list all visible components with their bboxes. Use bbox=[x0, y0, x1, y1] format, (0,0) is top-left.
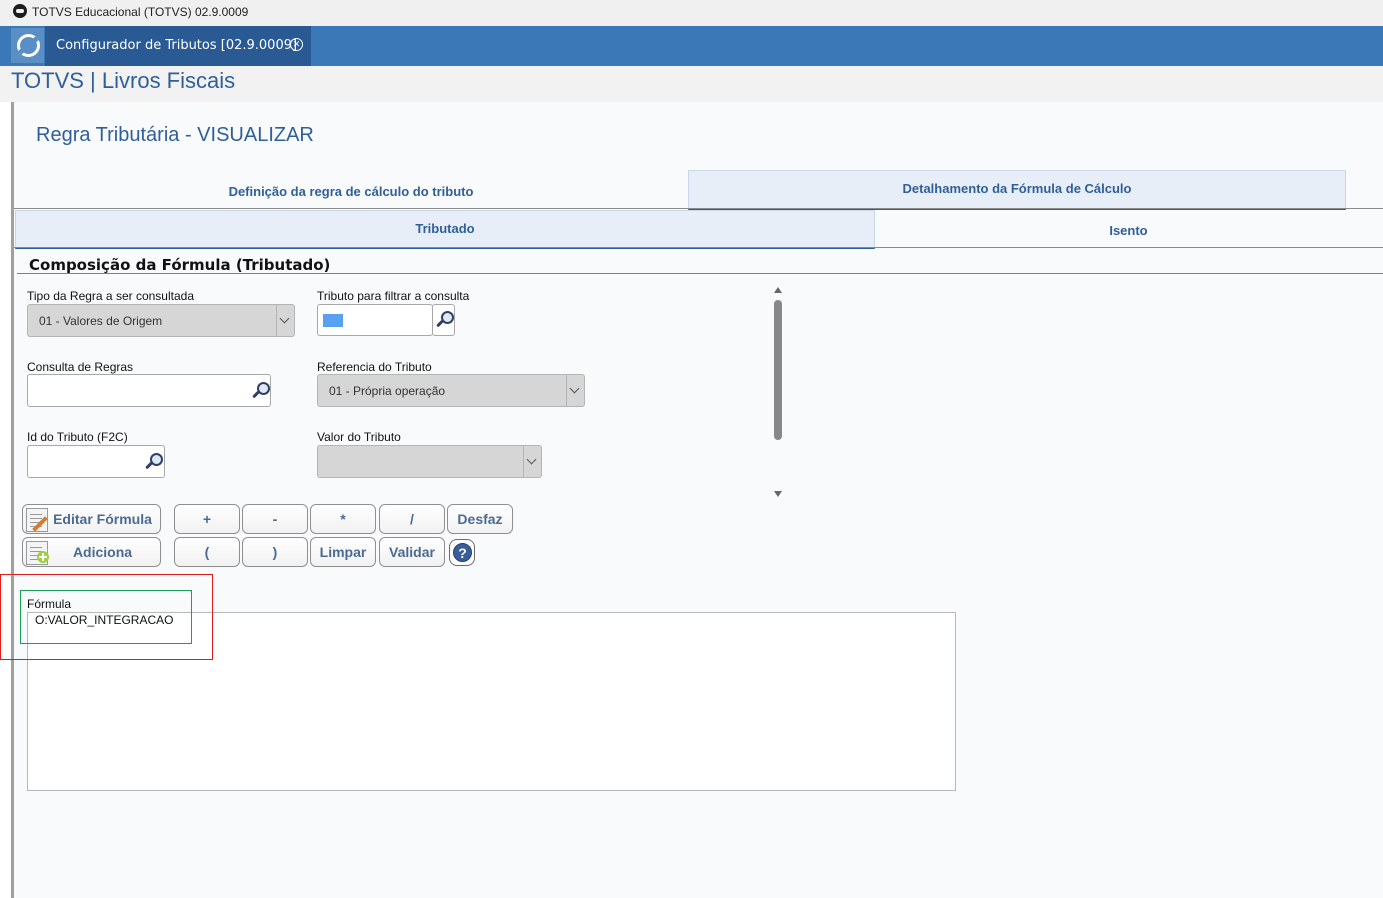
section-divider bbox=[17, 273, 1383, 274]
adiciona-label: Adiciona bbox=[72, 544, 133, 560]
tab-divider bbox=[14, 208, 1383, 209]
tipo-regra-select[interactable]: 01 - Valores de Origem bbox=[27, 304, 295, 337]
adiciona-button[interactable]: Adiciona bbox=[22, 537, 161, 567]
valor-tributo-label: Valor do Tributo bbox=[317, 430, 401, 444]
add-document-icon bbox=[26, 541, 49, 565]
id-tributo-input[interactable] bbox=[27, 445, 165, 478]
subtab-divider bbox=[14, 247, 1383, 248]
tributo-filtro-search-button[interactable] bbox=[432, 304, 455, 336]
tipo-regra-label: Tipo da Regra a ser consultada bbox=[27, 289, 194, 303]
referencia-tributo-value: 01 - Própria operação bbox=[329, 384, 446, 398]
valor-tributo-select[interactable] bbox=[317, 445, 542, 478]
close-paren-button[interactable]: ) bbox=[242, 537, 308, 567]
multiply-button[interactable]: * bbox=[310, 504, 376, 534]
consulta-regras-label: Consulta de Regras bbox=[27, 360, 134, 374]
section-title: Composição da Fórmula (Tributado) bbox=[29, 256, 331, 274]
chevron-down-icon[interactable] bbox=[523, 446, 542, 477]
window-titlebar: TOTVS Educacional (TOTVS) 02.9.0009 bbox=[0, 0, 1383, 27]
window-title: TOTVS Educacional (TOTVS) 02.9.0009 bbox=[32, 5, 249, 19]
divide-button[interactable]: / bbox=[379, 504, 445, 534]
help-button[interactable]: ? bbox=[449, 539, 475, 566]
referencia-tributo-select[interactable]: 01 - Própria operação bbox=[317, 374, 585, 407]
chevron-down-icon[interactable] bbox=[566, 375, 585, 406]
tributo-filtro-label: Tributo para filtrar a consulta bbox=[317, 289, 470, 303]
scroll-down-icon[interactable] bbox=[774, 491, 782, 497]
plus-button[interactable]: + bbox=[174, 504, 240, 534]
totvs-logo-icon bbox=[13, 4, 27, 18]
open-paren-button[interactable]: ( bbox=[174, 537, 240, 567]
limpar-button[interactable]: Limpar bbox=[310, 537, 376, 567]
annotation-highlight-green bbox=[20, 590, 192, 644]
tab-detalhamento-formula[interactable]: Detalhamento da Fórmula de Cálculo bbox=[688, 170, 1346, 210]
tab-tributado[interactable]: Tributado bbox=[15, 210, 875, 249]
editar-formula-button[interactable]: Editar Fórmula bbox=[22, 504, 161, 534]
text-selection-highlight bbox=[323, 314, 343, 327]
search-icon[interactable] bbox=[249, 380, 271, 402]
vertical-scrollbar[interactable] bbox=[774, 300, 782, 440]
tab-isento[interactable]: Isento bbox=[874, 210, 1383, 247]
tipo-regra-value: 01 - Valores de Origem bbox=[39, 314, 163, 328]
minus-button[interactable]: - bbox=[242, 504, 308, 534]
editar-formula-label: Editar Fórmula bbox=[53, 511, 152, 527]
referencia-tributo-label: Referencia do Tributo bbox=[317, 360, 432, 374]
search-icon bbox=[433, 309, 455, 331]
desfaz-button[interactable]: Desfaz bbox=[447, 504, 513, 534]
tributo-filtro-input[interactable] bbox=[317, 304, 433, 336]
edit-document-icon bbox=[26, 508, 48, 532]
home-icon[interactable] bbox=[11, 28, 44, 63]
app-header-title: TOTVS | Livros Fiscais bbox=[11, 68, 236, 93]
help-icon: ? bbox=[453, 543, 472, 562]
tab-definicao-regra[interactable]: Definição da regra de cálculo do tributo bbox=[14, 170, 688, 208]
validar-button[interactable]: Validar bbox=[379, 537, 445, 567]
chevron-down-icon[interactable] bbox=[276, 305, 295, 336]
page-title: Regra Tributária - VISUALIZAR bbox=[36, 124, 314, 146]
close-tab-icon[interactable]: ✕ bbox=[290, 38, 303, 51]
consulta-regras-input[interactable] bbox=[27, 374, 271, 407]
scroll-up-icon[interactable] bbox=[774, 287, 782, 293]
search-icon[interactable] bbox=[142, 451, 164, 473]
tab-label: Configurador de Tributos [02.9.0009] bbox=[56, 38, 298, 53]
tab-configurador-tributos[interactable]: Configurador de Tributos [02.9.0009] ✕ bbox=[45, 26, 311, 66]
id-tributo-label: Id do Tributo (F2C) bbox=[27, 430, 128, 444]
